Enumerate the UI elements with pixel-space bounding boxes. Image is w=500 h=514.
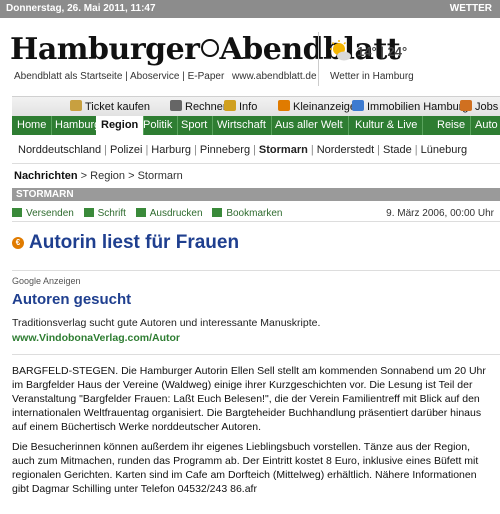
service-link-5[interactable]: Jobs Ha xyxy=(460,100,500,113)
service-link-3[interactable]: Kleinanzeigen xyxy=(278,100,362,113)
nav-item-politik[interactable]: Politik xyxy=(138,116,179,135)
service-link-label: Jobs Ha xyxy=(475,101,500,113)
send-label: Versenden xyxy=(26,208,74,219)
subnav-item-stormarn[interactable]: Stormarn xyxy=(259,144,308,156)
weather-link[interactable]: WETTER xyxy=(450,3,492,14)
thumbs-icon xyxy=(278,100,290,111)
send-button[interactable]: Versenden xyxy=(12,208,74,219)
ticket-icon xyxy=(70,100,82,111)
breadcrumb-stormarn[interactable]: Stormarn xyxy=(138,170,183,182)
nav-item-sport[interactable]: Sport xyxy=(176,116,214,135)
bookmark-label: Bookmarken xyxy=(226,208,283,219)
service-link-label: Info xyxy=(239,101,258,113)
subnav-separator: | xyxy=(194,144,197,156)
service-link-label: Immobilien Hamburg xyxy=(367,101,469,113)
service-link-1[interactable]: Rechner xyxy=(170,100,227,113)
breadcrumb-separator: > xyxy=(128,170,135,182)
subnav-item-pinneberg[interactable]: Pinneberg xyxy=(200,144,250,156)
subnav-separator: | xyxy=(145,144,149,156)
current-date: Donnerstag, 26. Mai 2011, 11:47 xyxy=(6,3,156,14)
sub-nav: Norddeutschland | Polizei | Harburg | Pinneber… xyxy=(18,144,467,156)
article-headline: € Autorin liest für Frauen xyxy=(12,232,239,254)
article-date: 9. März 2006, 00:00 Uhr xyxy=(386,208,494,219)
sun-cloud-icon xyxy=(330,40,351,61)
service-link-0[interactable]: Ticket kaufen xyxy=(70,100,150,113)
ad-label[interactable]: Google Anzeigen xyxy=(12,276,81,286)
people-icon xyxy=(460,100,472,111)
euro-icon: € xyxy=(12,237,24,249)
subnav-separator: | xyxy=(253,144,256,156)
print-button[interactable]: Ausdrucken xyxy=(135,208,203,219)
top-bar: Donnerstag, 26. Mai 2011, 11:47 WETTER xyxy=(0,0,500,18)
nav-item-reise[interactable]: Reise xyxy=(432,116,472,135)
main-nav: Home Hamburg Region Politik Sport Wirtschaft A… xyxy=(12,116,500,135)
bookmark-button[interactable]: Bookmarken xyxy=(212,208,282,219)
subnav-separator: | xyxy=(104,144,108,156)
subnav-item-norddeutschland[interactable]: Norddeutschland xyxy=(18,144,101,156)
article-paragraph: BARGFELD-STEGEN. Die Hamburger Autorin E… xyxy=(12,365,486,433)
font-size-button[interactable]: Schrift xyxy=(83,208,126,219)
divider xyxy=(12,221,500,222)
section-title: STORMARN xyxy=(12,188,500,201)
info-icon xyxy=(224,100,236,111)
breadcrumb-region[interactable]: Region xyxy=(90,170,125,182)
subnav-item-norderstedt[interactable]: Norderstedt xyxy=(317,144,374,156)
print-label: Ausdrucken xyxy=(149,208,203,219)
subnav-item-polizei[interactable]: Polizei xyxy=(110,144,142,156)
nav-item-aus-aller-welt[interactable]: Aus aller Welt xyxy=(270,116,349,135)
masthead-links[interactable]: Abendblatt als Startseite | Aboservice |… xyxy=(14,71,224,82)
headline-text: Autorin liest für Frauen xyxy=(29,232,240,253)
service-link-2[interactable]: Info xyxy=(224,100,257,113)
service-bar: Ticket kaufen Rechner Info Kleinanzeigen Imm… xyxy=(12,96,500,116)
house-icon xyxy=(352,100,364,111)
service-link-label: Ticket kaufen xyxy=(85,101,151,113)
ad-url-link[interactable]: www.VindobonaVerlag.com/Autor xyxy=(12,332,180,344)
nav-item-home[interactable]: Home xyxy=(12,116,53,135)
temperature: 14° | 24° xyxy=(357,44,408,59)
city-seal-icon xyxy=(200,39,219,57)
breadcrumb: Nachrichten > Region > Stormarn xyxy=(14,170,183,182)
breadcrumb-separator: > xyxy=(80,170,88,182)
font-size-icon xyxy=(83,208,94,217)
breadcrumb-root[interactable]: Nachrichten xyxy=(14,170,78,182)
subnav-item-harburg[interactable]: Harburg xyxy=(151,144,191,156)
weather-city-link[interactable]: Wetter in Hamburg xyxy=(330,71,414,82)
calculator-icon xyxy=(170,100,182,111)
logo-text-left: Hamburger xyxy=(10,32,200,67)
article-paragraph: Die Besucherinnen können außerdem ihr ei… xyxy=(12,441,479,495)
site-url[interactable]: www.abendblatt.de xyxy=(232,71,317,82)
font-size-label: Schrift xyxy=(97,208,126,219)
ad-text: Traditionsverlag sucht gute Autoren und … xyxy=(12,317,321,329)
divider xyxy=(12,354,500,355)
nav-item-wirtschaft[interactable]: Wirtschaft xyxy=(212,116,272,135)
subnav-item-lüneburg[interactable]: Lüneburg xyxy=(421,144,468,156)
printer-icon xyxy=(135,208,146,217)
service-link-4[interactable]: Immobilien Hamburg xyxy=(352,100,468,113)
nav-item-kultur-live[interactable]: Kultur & Live xyxy=(350,116,424,135)
divider xyxy=(12,270,500,271)
subnav-separator: | xyxy=(414,144,418,156)
article-tools: Versenden Schrift Ausdrucken Bookmarken xyxy=(12,208,289,219)
divider xyxy=(12,163,500,164)
divider xyxy=(318,32,319,86)
subnav-separator: | xyxy=(377,144,381,156)
subnav-item-stade[interactable]: Stade xyxy=(383,144,412,156)
subnav-separator: | xyxy=(310,144,314,156)
ad-title-link[interactable]: Autoren gesucht xyxy=(12,291,131,308)
envelope-icon xyxy=(12,208,22,217)
bookmark-icon xyxy=(212,208,223,217)
masthead: Hamburger Abendblatt Abendblatt als Start… xyxy=(0,18,500,96)
nav-item-auto[interactable]: Auto xyxy=(470,116,500,135)
service-link-label: Rechner xyxy=(185,101,227,113)
